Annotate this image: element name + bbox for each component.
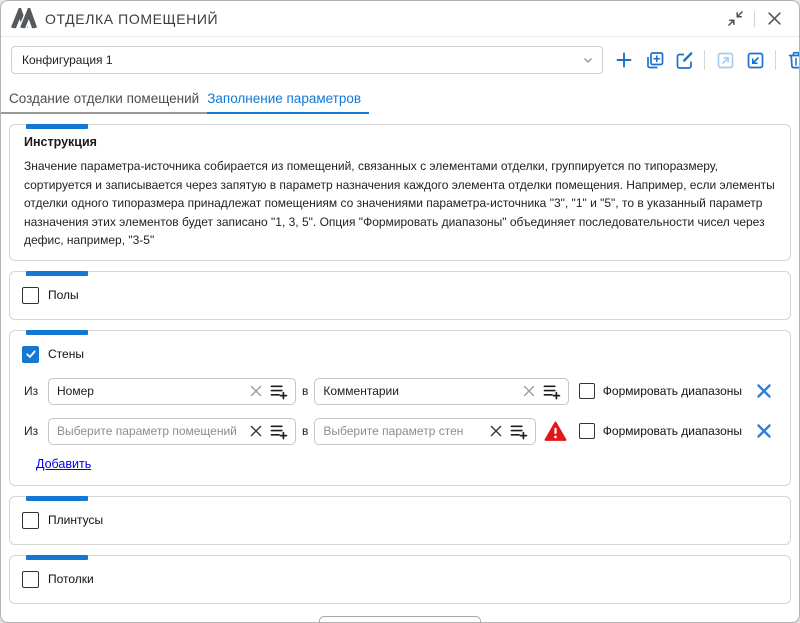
close-icon [767, 11, 782, 26]
range-label: Формировать диапазоны [603, 424, 742, 438]
walls-label: Стены [48, 347, 84, 361]
pick-from-list-icon[interactable] [269, 423, 288, 440]
range-label: Формировать диапазоны [603, 384, 742, 398]
tab-create-finishing[interactable]: Создание отделки помещений [9, 87, 207, 114]
warning-icon [544, 421, 567, 442]
mapping-row: Из в [22, 418, 778, 445]
import-icon [745, 50, 766, 71]
range-checkbox[interactable] [579, 383, 595, 399]
delete-row-button[interactable] [756, 423, 772, 439]
target-param-field[interactable] [314, 418, 535, 445]
clear-icon[interactable] [490, 425, 502, 437]
rename-configuration-button[interactable] [671, 47, 697, 73]
export-configuration-button[interactable] [712, 47, 738, 73]
instruction-text: Значение параметра-источника собирается … [24, 157, 776, 250]
to-label: в [302, 384, 308, 398]
clear-icon[interactable] [523, 385, 535, 397]
app-logo-icon [11, 8, 37, 30]
configuration-select-value[interactable] [22, 53, 582, 67]
actions-separator-2 [775, 50, 776, 70]
section-ceilings: Потолки [9, 555, 791, 604]
range-checkbox[interactable] [579, 423, 595, 439]
target-param-input[interactable] [323, 424, 482, 438]
footer: Заполнить параметры [1, 616, 799, 623]
mapping-row: Из в [22, 378, 778, 405]
from-label: Из [24, 424, 42, 438]
to-label: в [302, 424, 308, 438]
source-param-input[interactable] [57, 384, 243, 398]
source-param-input[interactable] [57, 424, 243, 438]
baseboards-checkbox[interactable] [22, 512, 39, 529]
actions-separator [704, 50, 705, 70]
configuration-toolbar [1, 37, 799, 74]
baseboards-label: Плинтусы [48, 513, 103, 527]
export-icon [715, 50, 736, 71]
section-floors: Полы [9, 271, 791, 320]
section-baseboards: Плинтусы [9, 496, 791, 545]
tab-lead-underline [1, 88, 9, 114]
pick-from-list-icon[interactable] [509, 423, 528, 440]
configuration-select[interactable] [11, 46, 603, 74]
add-configuration-button[interactable] [611, 47, 637, 73]
tab-fill-parameters[interactable]: Заполнение параметров [207, 87, 369, 114]
walls-checkbox[interactable] [22, 346, 39, 363]
collapse-arrows-icon [727, 10, 744, 27]
configuration-actions [611, 47, 800, 73]
clear-icon[interactable] [250, 385, 262, 397]
pick-from-list-icon[interactable] [542, 383, 561, 400]
ceilings-label: Потолки [48, 572, 94, 586]
trash-icon [786, 50, 800, 70]
baseboards-toggle[interactable]: Плинтусы [22, 512, 103, 529]
floors-toggle[interactable]: Полы [22, 287, 79, 304]
title-bar: ОТДЕЛКА ПОМЕЩЕНИЙ [1, 1, 799, 37]
duplicate-configuration-button[interactable] [641, 47, 667, 73]
instruction-title: Инструкция [24, 135, 776, 149]
ceilings-toggle[interactable]: Потолки [22, 571, 94, 588]
close-window-button[interactable] [761, 7, 787, 31]
fill-parameters-button[interactable]: Заполнить параметры [319, 616, 481, 623]
floors-label: Полы [48, 288, 79, 302]
pick-from-list-icon[interactable] [269, 383, 288, 400]
delete-x-icon [756, 423, 772, 439]
delete-row-button[interactable] [756, 383, 772, 399]
floors-checkbox[interactable] [22, 287, 39, 304]
room-finishing-window: ОТДЕЛКА ПОМЕЩЕНИЙ [0, 0, 800, 623]
plus-icon [614, 50, 634, 70]
copy-plus-icon [644, 50, 665, 71]
ceilings-checkbox[interactable] [22, 571, 39, 588]
collapse-window-button[interactable] [722, 7, 748, 31]
titlebar-separator [754, 11, 755, 27]
instruction-card: Инструкция Значение параметра-источника … [9, 124, 791, 261]
delete-x-icon [756, 383, 772, 399]
source-param-field[interactable] [48, 418, 296, 445]
target-param-input[interactable] [323, 384, 515, 398]
import-configuration-button[interactable] [742, 47, 768, 73]
edit-icon [674, 50, 695, 71]
chevron-down-icon [582, 54, 594, 66]
range-toggle[interactable]: Формировать диапазоны [579, 423, 742, 439]
target-param-field[interactable] [314, 378, 568, 405]
source-param-field[interactable] [48, 378, 296, 405]
section-walls: Стены Из в [9, 330, 791, 486]
tab-bar: Создание отделки помещений Заполнение па… [1, 87, 799, 114]
range-toggle[interactable]: Формировать диапазоны [579, 383, 742, 399]
delete-configuration-button[interactable] [783, 47, 800, 73]
walls-toggle[interactable]: Стены [22, 346, 84, 363]
check-icon [25, 348, 37, 360]
window-title: ОТДЕЛКА ПОМЕЩЕНИЙ [45, 11, 722, 27]
from-label: Из [24, 384, 42, 398]
clear-icon[interactable] [250, 425, 262, 437]
add-row-link[interactable]: Добавить [36, 457, 91, 471]
